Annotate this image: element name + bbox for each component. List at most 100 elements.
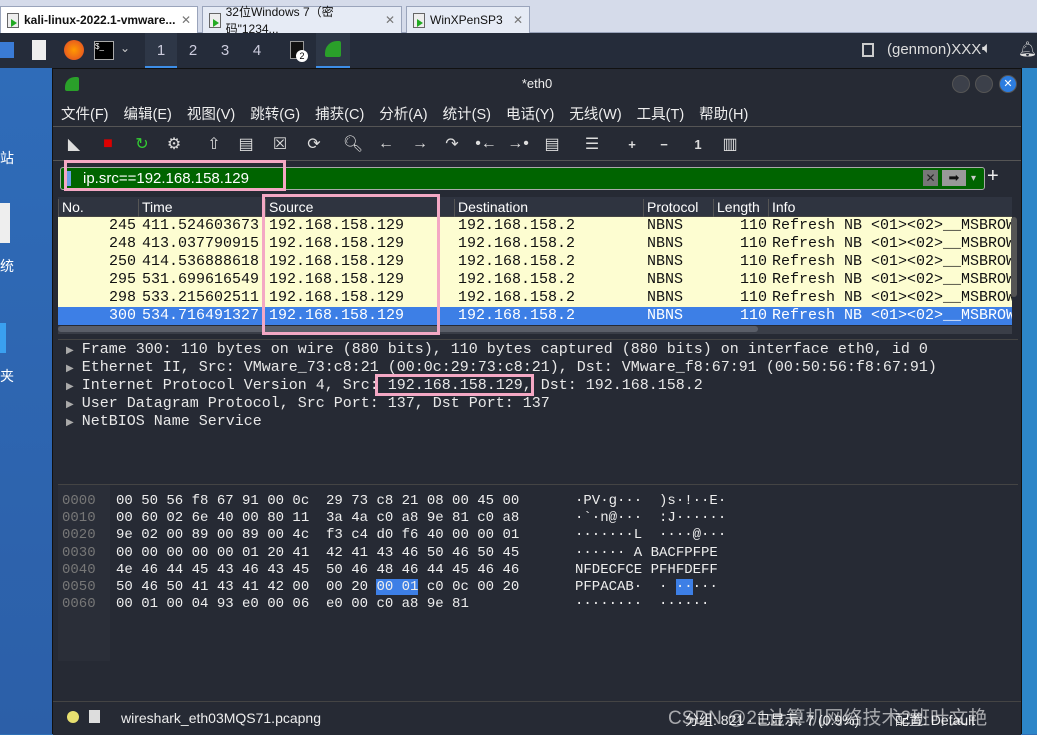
menu-item[interactable]: 捕获(C) — [307, 99, 371, 126]
hex-bytes[interactable]: 50 46 50 41 43 41 42 00 00 20 00 01 c0 0… — [116, 579, 519, 595]
search-icon[interactable]: 🔍︎ — [340, 131, 366, 157]
menu-item[interactable]: 编辑(E) — [116, 99, 179, 126]
close-icon[interactable]: ✕ — [385, 13, 395, 27]
hex-bytes[interactable]: 4e 46 44 45 43 46 43 45 50 46 48 46 44 4… — [116, 562, 519, 578]
vm-tab-win7[interactable]: 32位Windows 7（密码"1234... ✕ — [202, 5, 402, 36]
hex-ascii[interactable]: ·······L ····@··· — [575, 527, 726, 543]
hex-ascii[interactable]: NFDECFCE PFHFDEFF — [575, 562, 718, 578]
packet-row[interactable]: 248 413.037790915 192.168.158.129 192.168.1… — [58, 235, 1012, 253]
packet-cell: 531.699616549 — [142, 271, 260, 288]
reload-icon[interactable]: ⟳ — [301, 131, 327, 157]
hex-bytes[interactable]: 9e 02 00 89 00 89 00 4c f3 c4 d0 f6 40 0… — [116, 527, 519, 543]
detail-tree-item[interactable]: ▶ User Datagram Protocol, Src Port: 137, … — [58, 395, 1018, 413]
hex-bytes[interactable]: 00 50 56 f8 67 91 00 0c 29 73 c8 21 08 0… — [116, 493, 519, 509]
menu-item[interactable]: 跳转(G) — [242, 99, 307, 126]
firefox-icon[interactable] — [64, 40, 84, 60]
packet-row[interactable]: 295 531.699616549 192.168.158.129 192.168.1… — [58, 271, 1012, 289]
workspace-3[interactable]: 3 — [209, 33, 241, 68]
hex-bytes[interactable]: 00 01 00 04 93 e0 00 06 e0 00 c0 a8 9e 8… — [116, 596, 469, 612]
expand-arrow-icon[interactable]: ▶ — [66, 364, 74, 375]
first-icon[interactable]: •← — [473, 131, 499, 157]
colorize-icon[interactable]: ☰ — [579, 131, 605, 157]
hex-ascii[interactable]: ·`·n@··· :J······ — [575, 510, 726, 526]
detail-tree-item[interactable]: ▶ NetBIOS Name Service — [58, 413, 1018, 431]
close-file-icon[interactable]: ☒ — [267, 131, 293, 157]
menu-item[interactable]: 帮助(H) — [691, 99, 755, 126]
menu-item[interactable]: 分析(A) — [371, 99, 434, 126]
hex-bytes[interactable]: 00 00 00 00 00 01 20 41 42 41 43 46 50 4… — [116, 545, 519, 561]
zoom-out-icon[interactable]: − — [651, 131, 677, 157]
column-header-length[interactable]: Length — [713, 199, 760, 217]
workspace-2[interactable]: 2 — [177, 33, 209, 68]
forward-icon[interactable]: → — [407, 131, 433, 157]
vm-tab-kali[interactable]: kali-linux-2022.1-vmware... ✕ — [0, 6, 198, 33]
packet-row[interactable]: 245 411.524603673 192.168.158.129 192.168.1… — [58, 217, 1012, 235]
close-button[interactable]: ✕ — [999, 75, 1017, 93]
menu-item[interactable]: 统计(S) — [435, 99, 498, 126]
autoscroll-icon[interactable]: ▤ — [539, 131, 565, 157]
open-icon[interactable]: ⇧ — [201, 131, 227, 157]
apply-filter-icon[interactable]: ➡ — [942, 170, 966, 186]
options-gear-icon[interactable]: ⚙ — [161, 131, 187, 157]
horizontal-scrollbar[interactable] — [58, 326, 1012, 334]
menu-item[interactable]: 工具(T) — [629, 99, 692, 126]
close-icon[interactable]: ✕ — [513, 13, 523, 27]
vertical-scrollbar[interactable] — [1011, 217, 1017, 297]
menu-item[interactable]: 无线(W) — [561, 99, 628, 126]
expert-info-icon[interactable] — [67, 711, 79, 723]
file-icon[interactable]: ▤ — [233, 131, 259, 157]
expand-arrow-icon[interactable]: ▶ — [66, 418, 74, 429]
file-manager-icon[interactable] — [0, 42, 14, 58]
hex-ascii[interactable]: ········ ······ — [575, 596, 709, 612]
resize-columns-icon[interactable]: ▥ — [717, 131, 743, 157]
hex-ascii[interactable]: ······ A BACFPFPE — [575, 545, 718, 561]
add-filter-button[interactable]: + — [987, 165, 999, 188]
hex-ascii[interactable]: PFPACAB· · ····· — [575, 579, 718, 595]
volume-icon[interactable]: 🔈︎ — [982, 40, 992, 58]
expand-arrow-icon[interactable]: ▶ — [66, 400, 74, 411]
minimize-button[interactable] — [952, 75, 970, 93]
hex-ascii[interactable]: ·PV·g··· )s·!··E· — [575, 493, 726, 509]
column-header-time[interactable]: Time — [138, 199, 173, 217]
menu-item[interactable]: 视图(V) — [179, 99, 242, 126]
menu-item[interactable]: 电话(Y) — [498, 99, 561, 126]
network-icon[interactable] — [862, 43, 874, 57]
column-header-protocol[interactable]: Protocol — [643, 199, 698, 217]
menu-item[interactable]: 文件(F) — [53, 99, 116, 126]
maximize-button[interactable] — [975, 75, 993, 93]
vm-tab-winxp[interactable]: WinXPenSP3 ✕ — [406, 6, 530, 33]
zoom-reset-icon[interactable]: 1 — [685, 131, 711, 157]
detail-tree-item[interactable]: ▶ Internet Protocol Version 4, Src: 192.1… — [58, 377, 1018, 395]
stop-icon[interactable]: ■ — [95, 131, 121, 157]
text-editor-icon[interactable] — [32, 40, 46, 60]
goto-icon[interactable]: ↷ — [439, 131, 465, 157]
clear-filter-icon[interactable]: ✕ — [923, 170, 938, 186]
packet-row[interactable]: 250 414.536888618 192.168.158.129 192.168.1… — [58, 253, 1012, 271]
desktop-icon[interactable] — [0, 203, 10, 243]
column-header-no[interactable]: No. — [58, 199, 84, 217]
back-icon[interactable]: ← — [373, 131, 399, 157]
column-header-info[interactable]: Info — [768, 199, 795, 217]
expand-arrow-icon[interactable]: ▶ — [66, 382, 74, 393]
expand-arrow-icon[interactable]: ▶ — [66, 346, 74, 357]
hex-bytes[interactable]: 00 60 02 6e 40 00 80 11 3a 4a c0 a8 9e 8… — [116, 510, 519, 526]
workspace-4[interactable]: 4 — [241, 33, 273, 68]
close-icon[interactable]: ✕ — [181, 13, 191, 27]
workspace-1[interactable]: 1 — [145, 33, 177, 68]
terminal-icon[interactable]: $_ — [94, 41, 114, 60]
packet-row[interactable]: 300 534.716491327 192.168.158.129 192.168.1… — [58, 307, 1012, 325]
last-icon[interactable]: →• — [505, 131, 531, 157]
detail-tree-item[interactable]: ▶ Frame 300: 110 bytes on wire (880 bits)… — [58, 341, 1018, 359]
filter-dropdown-icon[interactable]: ▾ — [971, 168, 976, 189]
restart-icon[interactable]: ↻ — [129, 131, 155, 157]
folder-icon[interactable] — [0, 323, 6, 353]
column-header-destination[interactable]: Destination — [454, 199, 528, 217]
chevron-down-icon[interactable]: ⌄ — [120, 41, 130, 55]
notification-bell-icon[interactable]: 🔔︎ — [1018, 40, 1037, 58]
wireshark-task-icon[interactable] — [316, 33, 350, 68]
shark-fin-icon[interactable]: ◣ — [61, 131, 87, 157]
capture-comment-icon[interactable] — [89, 710, 100, 723]
detail-tree-item[interactable]: ▶ Ethernet II, Src: VMware_73:c8:21 (00:0… — [58, 359, 1018, 377]
zoom-in-icon[interactable]: + — [619, 131, 645, 157]
packet-row[interactable]: 298 533.215602511 192.168.158.129 192.168.1… — [58, 289, 1012, 307]
